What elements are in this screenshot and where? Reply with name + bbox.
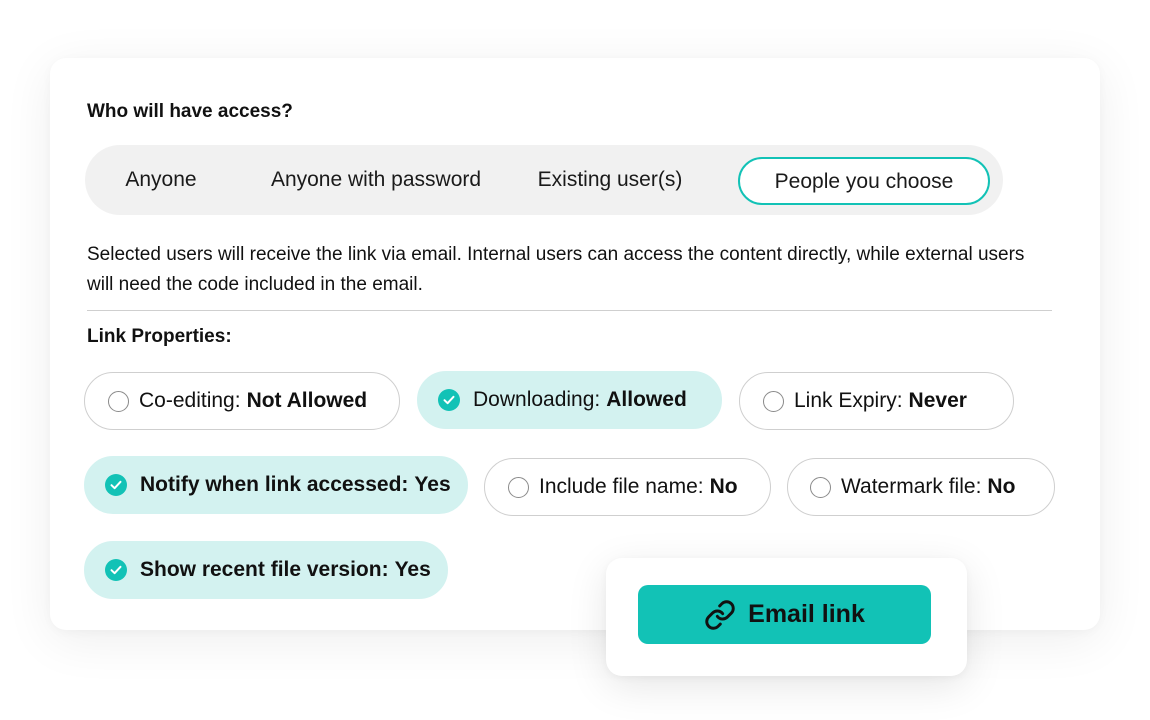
radio-unchecked-icon [508,476,529,498]
property-label: Link Expiry: [794,389,903,412]
property-co-editing[interactable]: Co-editing: Not Allowed [84,372,400,430]
property-link-expiry[interactable]: Link Expiry: Never [739,372,1014,430]
property-label: Notify when link accessed: [140,473,409,496]
property-value: No [709,475,738,498]
property-downloading[interactable]: Downloading: Allowed [417,371,722,429]
property-label: Include file name: [539,475,704,498]
property-value: Yes [394,558,431,581]
property-value: Allowed [606,388,687,411]
property-label: Watermark file: [841,475,982,498]
share-link-panel: Who will have access? Anyone Anyone with… [0,0,1150,720]
property-label: Co-editing: [139,389,241,412]
access-option-existing-users[interactable]: Existing user(s) [525,157,695,205]
property-value: No [987,475,1016,498]
check-circle-icon [105,559,127,581]
radio-unchecked-icon [108,390,129,412]
email-link-button[interactable]: Email link [638,585,931,644]
access-segmented-control: Anyone Anyone with password Existing use… [85,145,1003,215]
property-value: Yes [414,473,451,496]
property-value: Not Allowed [246,389,368,412]
access-heading: Who will have access? [87,101,293,122]
property-watermark-file[interactable]: Watermark file: No [787,458,1055,516]
property-label: Show recent file version: [140,558,389,581]
access-option-anyone[interactable]: Anyone [109,157,213,205]
email-link-label: Email link [748,600,865,628]
check-circle-icon [105,474,127,496]
link-properties-heading: Link Properties: [87,326,232,347]
check-circle-icon [438,389,460,411]
property-notify-when-accessed[interactable]: Notify when link accessed: Yes [84,456,468,514]
link-icon [704,599,736,631]
radio-unchecked-icon [810,476,831,498]
property-label: Downloading: [473,388,601,411]
access-option-anyone-with-password[interactable]: Anyone with password [251,157,501,205]
radio-unchecked-icon [763,390,784,412]
property-value: Never [908,389,967,412]
section-divider [87,310,1052,311]
property-show-recent-version[interactable]: Show recent file version: Yes [84,541,448,599]
property-include-file-name[interactable]: Include file name: No [484,458,771,516]
access-description: Selected users will receive the link via… [87,244,1025,295]
access-option-people-you-choose[interactable]: People you choose [738,157,990,205]
